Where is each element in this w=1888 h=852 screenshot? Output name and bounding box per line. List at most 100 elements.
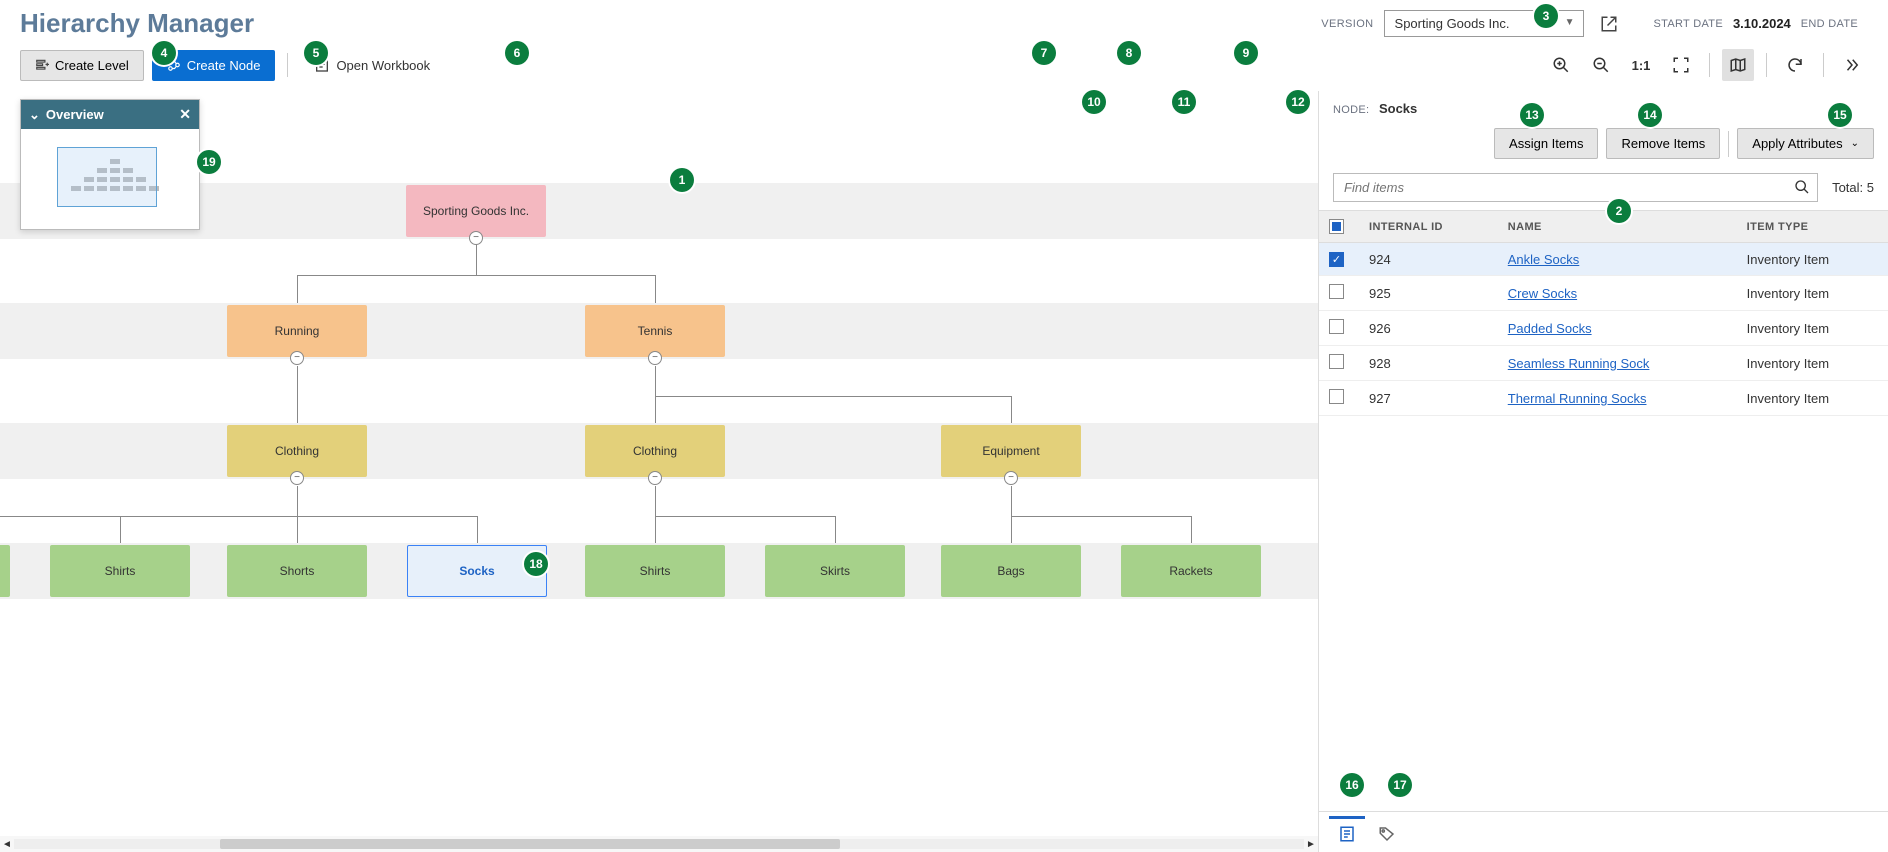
collapse-toggle[interactable]: − (290, 471, 304, 485)
node-label: Running (275, 324, 320, 338)
cell-internal-id: 926 (1359, 311, 1498, 346)
collapse-toggle[interactable]: − (290, 351, 304, 365)
tab-items-icon[interactable] (1329, 816, 1365, 848)
version-label: VERSION (1321, 18, 1373, 30)
item-link[interactable]: Crew Socks (1508, 286, 1577, 301)
toolbar-separator (1709, 53, 1710, 77)
callout-badge: 12 (1286, 90, 1310, 114)
row-checkbox[interactable] (1329, 389, 1344, 404)
table-row[interactable]: 927Thermal Running SocksInventory Item (1319, 381, 1888, 416)
tab-attributes-icon[interactable] (1369, 816, 1405, 848)
refresh-icon[interactable] (1779, 49, 1811, 81)
cell-item-type: Inventory Item (1737, 276, 1888, 311)
toolbar-separator (287, 53, 288, 77)
fit-screen-icon[interactable] (1665, 49, 1697, 81)
callout-badge: 2 (1607, 199, 1631, 223)
collapse-panel-icon[interactable] (1836, 49, 1868, 81)
zoom-ratio-label: 1:1 (1628, 58, 1655, 73)
search-icon[interactable] (1794, 179, 1810, 195)
close-icon[interactable]: ✕ (179, 106, 191, 123)
callout-badge: 10 (1082, 90, 1106, 114)
node-label: Bags (997, 564, 1024, 578)
node-skirts[interactable]: Skirts (765, 545, 905, 597)
map-view-icon[interactable] (1722, 49, 1754, 81)
create-level-label: Create Level (55, 58, 129, 73)
row-checkbox[interactable] (1329, 284, 1344, 299)
callout-badge: 8 (1117, 41, 1141, 65)
cell-item-type: Inventory Item (1737, 311, 1888, 346)
node-label: Clothing (275, 444, 319, 458)
page-title: Hierarchy Manager (20, 8, 254, 39)
node-tennis-clothing[interactable]: Clothing (585, 425, 725, 477)
callout-badge: 17 (1388, 773, 1412, 797)
collapse-toggle[interactable]: − (648, 351, 662, 365)
item-link[interactable]: Thermal Running Socks (1508, 391, 1647, 406)
toolbar-separator (1766, 53, 1767, 77)
node-shorts[interactable]: Shorts (227, 545, 367, 597)
create-level-icon (35, 58, 49, 72)
node-label: Shirts (640, 564, 671, 578)
callout-badge: 14 (1638, 103, 1662, 127)
item-link[interactable]: Padded Socks (1508, 321, 1592, 336)
node-running[interactable]: Running (227, 305, 367, 357)
create-level-button[interactable]: Create Level (20, 50, 144, 81)
horizontal-scrollbar[interactable]: ◄ ► (0, 836, 1318, 852)
table-row[interactable]: 926 Padded Socks Inventory Item (1319, 311, 1888, 346)
callout-badge: 7 (1032, 41, 1056, 65)
col-item-type[interactable]: ITEM TYPE (1737, 211, 1888, 243)
collapse-toggle[interactable]: − (648, 471, 662, 485)
items-grid: INTERNAL ID NAME ITEM TYPE ✓924Ankle Soc… (1319, 210, 1888, 811)
cell-item-type: Inventory Item (1737, 243, 1888, 276)
chevron-down-icon[interactable]: ⌄ (29, 107, 40, 123)
cell-internal-id: 928 (1359, 346, 1498, 381)
collapse-toggle[interactable]: − (1004, 471, 1018, 485)
node-label: Tennis (638, 324, 673, 338)
select-all-checkbox[interactable] (1329, 219, 1344, 234)
table-row[interactable]: 928 Seamless Running Sock Inventory Item (1319, 346, 1888, 381)
callout-badge: 18 (524, 552, 548, 576)
table-row[interactable]: ✓924Ankle SocksInventory Item (1319, 243, 1888, 276)
apply-attributes-button[interactable]: Apply Attributes ⌄ (1737, 128, 1874, 159)
assign-items-button[interactable]: Assign Items (1494, 128, 1598, 159)
scroll-right-icon[interactable]: ► (1304, 839, 1318, 850)
node-shirts[interactable]: Shirts (50, 545, 190, 597)
row-checkbox[interactable] (1329, 354, 1344, 369)
overview-minimap[interactable] (21, 129, 199, 229)
cell-internal-id: 925 (1359, 276, 1498, 311)
node-shirts-tennis[interactable]: Shirts (585, 545, 725, 597)
item-link[interactable]: Ankle Socks (1508, 252, 1580, 267)
node-root[interactable]: Sporting Goods Inc. (406, 185, 546, 237)
node-label: Rackets (1169, 564, 1212, 578)
zoom-out-icon[interactable] (1585, 49, 1617, 81)
table-row[interactable]: 925 Crew Socks Inventory Item (1319, 276, 1888, 311)
callout-badge: 4 (152, 41, 176, 65)
node-header-label: NODE: (1333, 104, 1369, 116)
assign-items-label: Assign Items (1509, 136, 1583, 151)
node-tennis-equipment[interactable]: Equipment (941, 425, 1081, 477)
chevron-down-icon: ⌄ (1851, 138, 1859, 149)
scroll-left-icon[interactable]: ◄ (0, 839, 14, 850)
callout-badge: 5 (304, 41, 328, 65)
overview-title: Overview (46, 107, 104, 122)
row-checkbox[interactable]: ✓ (1329, 252, 1344, 267)
hierarchy-canvas[interactable]: ⌄ Overview ✕ (0, 91, 1318, 852)
overview-panel: ⌄ Overview ✕ (20, 99, 200, 230)
node-leaf-offscreen[interactable] (0, 545, 10, 597)
open-external-icon[interactable] (1594, 11, 1624, 37)
zoom-in-icon[interactable] (1545, 49, 1577, 81)
col-internal-id[interactable]: INTERNAL ID (1359, 211, 1498, 243)
node-header-value: Socks (1379, 101, 1417, 116)
node-tennis[interactable]: Tennis (585, 305, 725, 357)
node-bags[interactable]: Bags (941, 545, 1081, 597)
collapse-toggle[interactable]: − (469, 231, 483, 245)
node-running-clothing[interactable]: Clothing (227, 425, 367, 477)
node-rackets[interactable]: Rackets (1121, 545, 1261, 597)
remove-items-button[interactable]: Remove Items (1606, 128, 1720, 159)
cell-item-type: Inventory Item (1737, 346, 1888, 381)
node-label: Shirts (105, 564, 136, 578)
node-label: Sporting Goods Inc. (423, 204, 529, 218)
search-input[interactable] (1333, 173, 1818, 202)
item-link[interactable]: Seamless Running Sock (1508, 356, 1650, 371)
row-checkbox[interactable] (1329, 319, 1344, 334)
zoom-reset-button[interactable]: 1:1 (1625, 49, 1657, 81)
